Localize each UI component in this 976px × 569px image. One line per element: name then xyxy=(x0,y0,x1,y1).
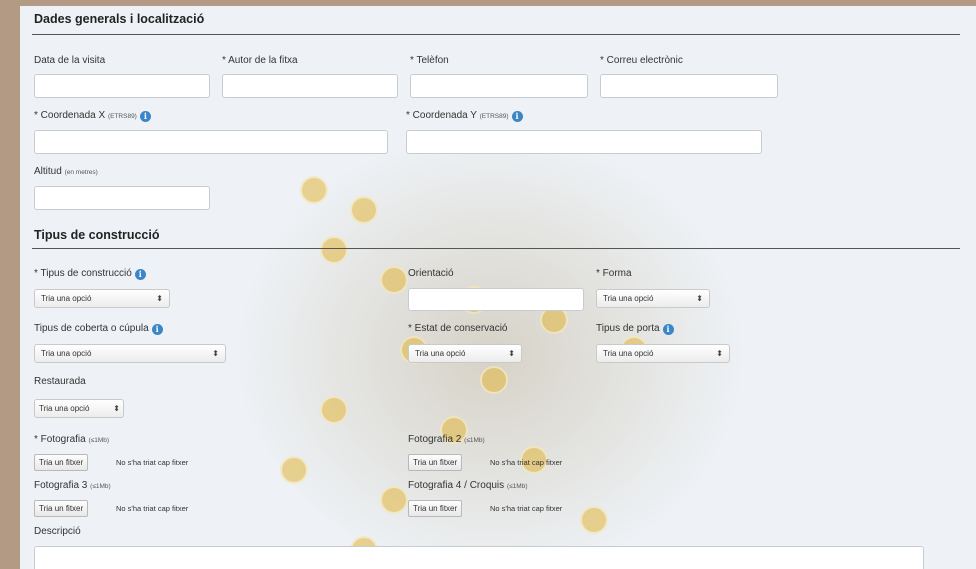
construction-type-label: * Tipus de construcció i xyxy=(34,268,146,280)
info-circle-icon[interactable]: i xyxy=(662,324,674,335)
coord-x-unit: (ETRS89) xyxy=(107,113,137,120)
visit-date-input[interactable] xyxy=(34,74,210,98)
email-input[interactable] xyxy=(600,74,778,98)
conservation-select-value: Tria una opció xyxy=(415,349,466,358)
coord-x-label: * Coordenada X (ETRS89) i xyxy=(34,110,151,122)
roof-type-select[interactable]: Tria una opció ⬍ xyxy=(34,344,226,363)
orientation-input[interactable] xyxy=(408,288,584,311)
construction-type-select[interactable]: Tria una opció ⬍ xyxy=(34,289,170,308)
restored-label: Restaurada xyxy=(34,376,86,387)
up-down-arrows-icon: ⬍ xyxy=(508,349,515,358)
author-label: * Autor de la fitxa xyxy=(222,55,298,66)
roof-type-label-text: Tipus de coberta o cúpula xyxy=(34,323,149,334)
door-type-select-value: Tria una opció xyxy=(603,349,654,358)
photo4-label: Fotografia 4 / Croquis (≤1Mb) xyxy=(408,480,528,491)
coord-y-label-text: * Coordenada Y xyxy=(406,110,477,121)
altitude-input[interactable] xyxy=(34,186,210,210)
section-divider xyxy=(32,248,960,249)
photo2-label: Fotografia 2 (≤1Mb) xyxy=(408,434,485,445)
coord-y-unit: (ETRS89) xyxy=(479,113,509,120)
info-circle-icon[interactable]: i xyxy=(139,111,151,122)
restored-select-value: Tria una opció xyxy=(39,404,90,413)
orientation-label: Orientació xyxy=(408,268,454,279)
photo2-file-button[interactable]: Tria un fitxer xyxy=(408,454,463,471)
construction-type-select-value: Tria una opció xyxy=(41,294,92,303)
coord-y-label: * Coordenada Y (ETRS89) i xyxy=(406,110,523,122)
photo3-file-status: No s'ha triat cap fitxer xyxy=(116,504,189,513)
photo2-size: (≤1Mb) xyxy=(464,437,485,444)
up-down-arrows-icon: ⬍ xyxy=(212,349,219,358)
coord-y-input[interactable] xyxy=(406,130,762,154)
photo1-file-status: No s'ha triat cap fitxer xyxy=(116,458,189,467)
photo4-file-status: No s'ha triat cap fitxer xyxy=(490,504,563,513)
photo1-label: * Fotografia (≤1Mb) xyxy=(34,434,109,445)
up-down-arrows-icon: ⬍ xyxy=(113,404,120,413)
altitude-label-text: Altitud xyxy=(34,166,62,177)
photo3-file-button[interactable]: Tria un fitxer xyxy=(34,500,89,517)
altitude-label: Altitud (en metres) xyxy=(34,166,98,177)
up-down-arrows-icon: ⬍ xyxy=(716,349,723,358)
roof-type-label: Tipus de coberta o cúpula i xyxy=(34,323,163,335)
photo4-file-button[interactable]: Tria un fitxer xyxy=(408,500,463,517)
form: Dades generals i localització Data de la… xyxy=(20,6,976,569)
author-input[interactable] xyxy=(222,74,398,98)
roof-type-select-value: Tria una opció xyxy=(41,349,92,358)
description-textarea[interactable] xyxy=(34,546,924,569)
photo4-size: (≤1Mb) xyxy=(506,483,528,490)
info-circle-icon[interactable]: i xyxy=(134,269,146,280)
shape-select[interactable]: Tria una opció ⬍ xyxy=(596,289,710,308)
construction-type-label-text: * Tipus de construcció xyxy=(34,268,132,279)
photo3-size: (≤1Mb) xyxy=(90,483,111,490)
section-title-construction: Tipus de construcció xyxy=(34,228,160,242)
photo1-label-text: * Fotografia xyxy=(34,434,86,445)
coord-x-input[interactable] xyxy=(34,130,388,154)
photo3-label-text: Fotografia 3 xyxy=(34,480,88,491)
section-divider xyxy=(32,34,960,35)
info-circle-icon[interactable]: i xyxy=(511,111,523,122)
photo2-label-text: Fotografia 2 xyxy=(408,434,462,445)
photo1-size: (≤1Mb) xyxy=(88,437,110,444)
email-label: * Correu electrònic xyxy=(600,55,683,66)
info-circle-icon[interactable]: i xyxy=(151,324,163,335)
altitude-unit: (en metres) xyxy=(64,169,98,176)
section-title-general: Dades generals i localització xyxy=(34,12,205,26)
phone-input[interactable] xyxy=(410,74,588,98)
phone-label: * Telèfon xyxy=(410,55,449,66)
photo4-label-text: Fotografia 4 / Croquis xyxy=(408,480,505,491)
conservation-label: * Estat de conservació xyxy=(408,323,508,334)
photo3-label: Fotografia 3 (≤1Mb) xyxy=(34,480,111,491)
shape-select-value: Tria una opció xyxy=(603,294,654,303)
door-type-label-text: Tipus de porta xyxy=(596,323,660,334)
coord-x-label-text: * Coordenada X xyxy=(34,110,106,121)
conservation-select[interactable]: Tria una opció ⬍ xyxy=(408,344,522,363)
photo1-file-button[interactable]: Tria un fitxer xyxy=(34,454,89,471)
shape-label: * Forma xyxy=(596,268,632,279)
up-down-arrows-icon: ⬍ xyxy=(696,294,703,303)
door-type-label: Tipus de porta i xyxy=(596,323,674,335)
photo2-file-status: No s'ha triat cap fitxer xyxy=(490,458,563,467)
visit-date-label: Data de la visita xyxy=(34,55,106,66)
restored-select[interactable]: Tria una opció ⬍ xyxy=(34,399,124,418)
description-label: Descripció xyxy=(34,526,81,537)
up-down-arrows-icon: ⬍ xyxy=(156,294,163,303)
door-type-select[interactable]: Tria una opció ⬍ xyxy=(596,344,730,363)
